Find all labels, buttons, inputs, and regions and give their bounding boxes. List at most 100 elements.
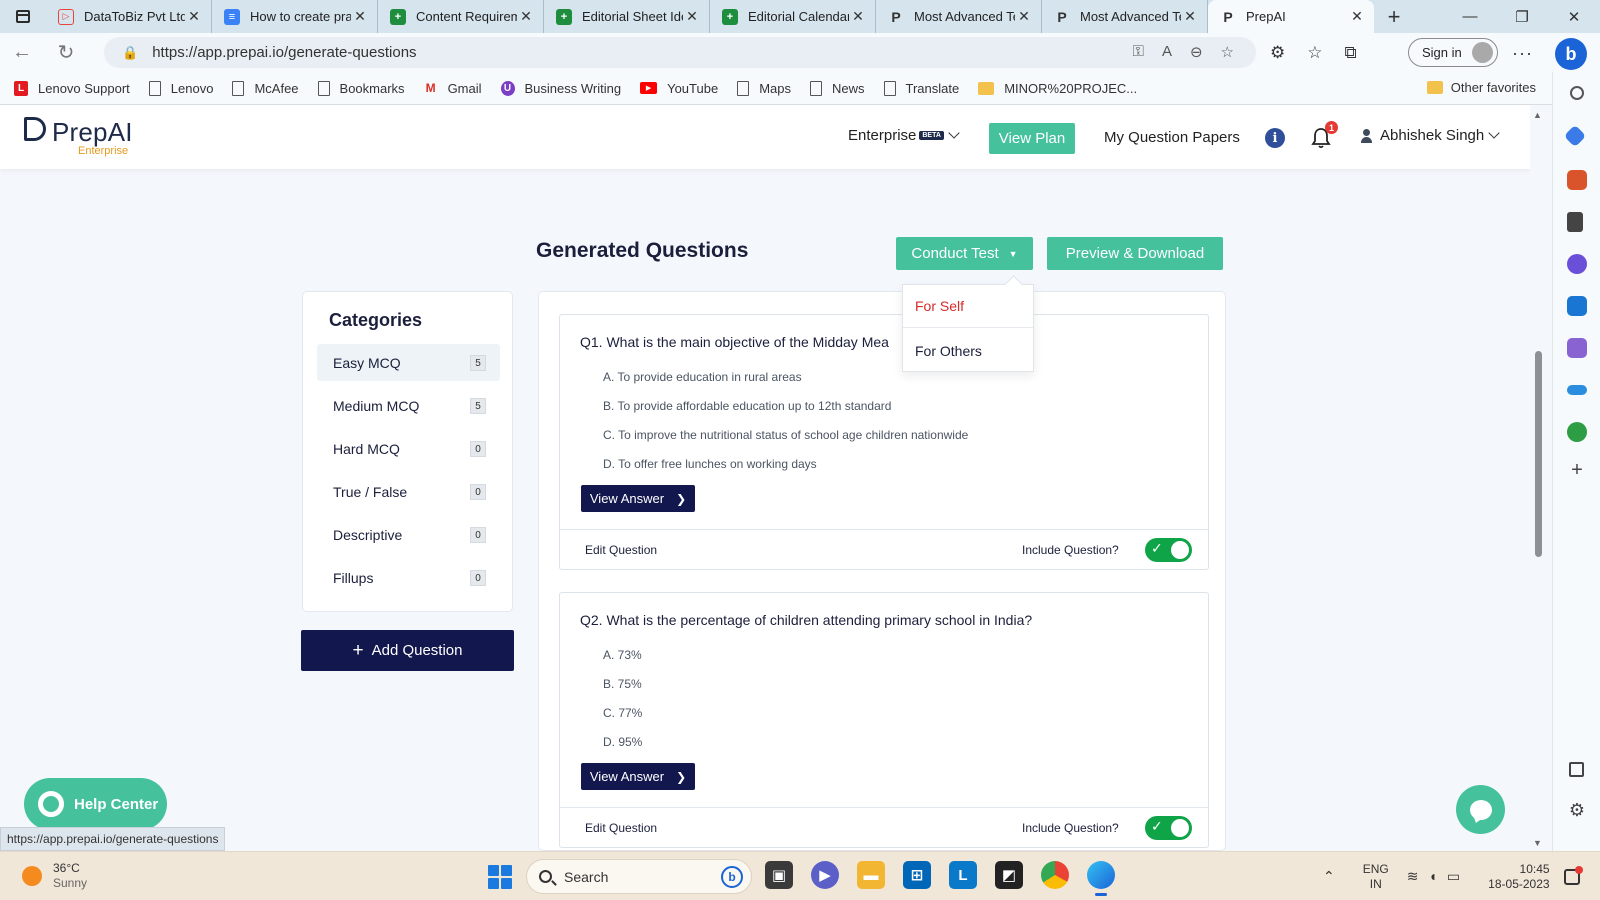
scroll-down-icon[interactable]: ▼ bbox=[1533, 838, 1542, 848]
edit-question-link[interactable]: Edit Question bbox=[585, 543, 657, 557]
category-item-descriptive[interactable]: Descriptive 0 bbox=[317, 516, 500, 553]
close-icon[interactable]: ✕ bbox=[351, 8, 369, 25]
chat-button[interactable] bbox=[1456, 785, 1505, 834]
include-question-toggle[interactable]: ✓ bbox=[1145, 816, 1192, 840]
chrome-icon[interactable] bbox=[1041, 861, 1069, 889]
key-icon[interactable]: ⚿ bbox=[1133, 43, 1144, 61]
close-icon[interactable]: ✕ bbox=[683, 8, 701, 25]
search-icon[interactable] bbox=[1570, 86, 1584, 100]
clock[interactable]: 10:45 18-05-2023 bbox=[1488, 862, 1549, 892]
category-item-easy-mcq[interactable]: Easy MCQ 5 bbox=[317, 344, 500, 381]
restore-icon[interactable]: ❐ bbox=[1496, 0, 1548, 33]
more-menu-icon[interactable]: ··· bbox=[1512, 43, 1533, 64]
wifi-volume-battery-icons[interactable]: ≋◖▭ bbox=[1407, 868, 1470, 885]
new-tab-button[interactable]: + bbox=[1374, 4, 1414, 30]
zoom-icon[interactable]: ⊖ bbox=[1190, 43, 1203, 61]
browser-tab[interactable]: P Most Advanced Te ✕ bbox=[1042, 0, 1208, 33]
add-favorite-icon[interactable]: ☆ bbox=[1221, 43, 1234, 61]
browser-tab[interactable]: P Most Advanced Te ✕ bbox=[876, 0, 1042, 33]
info-icon[interactable]: i bbox=[1265, 128, 1285, 148]
favorite-item[interactable]: U Business Writing bbox=[500, 80, 621, 96]
category-item-true-false[interactable]: True / False 0 bbox=[317, 473, 500, 510]
tree-icon[interactable] bbox=[1567, 422, 1587, 442]
read-aloud-icon[interactable]: A bbox=[1162, 43, 1172, 61]
sticky-notes-icon[interactable]: ◩ bbox=[995, 861, 1023, 889]
tools-icon[interactable] bbox=[1567, 170, 1587, 190]
other-favorites[interactable]: Other favorites bbox=[1426, 80, 1536, 95]
scrollbar-thumb[interactable] bbox=[1535, 351, 1542, 557]
browser-tab[interactable]: + Editorial Sheet Ide ✕ bbox=[544, 0, 710, 33]
dropdown-item-for-others[interactable]: For Others bbox=[903, 329, 1033, 372]
sidebar-toggle-icon[interactable] bbox=[1569, 762, 1584, 777]
back-button[interactable]: ← bbox=[0, 33, 44, 72]
close-window-icon[interactable]: ✕ bbox=[1548, 0, 1600, 33]
favorite-item[interactable]: Translate bbox=[883, 80, 959, 96]
close-icon[interactable]: ✕ bbox=[1348, 8, 1366, 25]
category-item-medium-mcq[interactable]: Medium MCQ 5 bbox=[317, 387, 500, 424]
collections-icon[interactable]: ⧉ bbox=[1345, 43, 1357, 63]
language-indicator[interactable]: ENG IN bbox=[1363, 862, 1389, 892]
taskbar-search[interactable]: Search b bbox=[526, 859, 752, 894]
add-question-button[interactable]: + Add Question bbox=[301, 630, 514, 671]
scroll-up-icon[interactable]: ▲ bbox=[1533, 110, 1542, 120]
weather-widget[interactable]: 36°C Sunny bbox=[22, 861, 87, 891]
task-view-icon[interactable]: ▣ bbox=[765, 861, 793, 889]
favorite-item[interactable]: News bbox=[809, 80, 865, 96]
close-icon[interactable]: ✕ bbox=[1181, 8, 1199, 25]
settings-gear-icon[interactable]: ⚙ bbox=[1567, 800, 1587, 820]
close-icon[interactable]: ✕ bbox=[185, 8, 203, 25]
favorite-item[interactable]: M Gmail bbox=[424, 81, 482, 96]
chevron-up-icon[interactable]: ⌃ bbox=[1323, 868, 1335, 885]
microsoft-store-icon[interactable]: ⊞ bbox=[903, 861, 931, 889]
prepai-logo[interactable]: PrepAI Enterprise bbox=[24, 117, 133, 157]
view-answer-button[interactable]: View Answer ❯ bbox=[581, 485, 695, 512]
microsoft-365-icon[interactable] bbox=[1567, 254, 1587, 274]
user-menu[interactable]: Abhishek Singh bbox=[1360, 127, 1500, 144]
designer-icon[interactable] bbox=[1567, 338, 1587, 358]
view-plan-button[interactable]: View Plan bbox=[989, 123, 1075, 154]
teams-chat-icon[interactable]: ▶ bbox=[811, 861, 839, 889]
notifications-icon[interactable] bbox=[1563, 865, 1583, 885]
url-input[interactable]: 🔒 https://app.prepai.io/generate-questio… bbox=[104, 37, 1256, 68]
favorite-item[interactable]: Lenovo bbox=[148, 80, 213, 96]
send-icon[interactable] bbox=[1567, 385, 1587, 395]
plan-dropdown[interactable]: Enterprise BETA bbox=[848, 127, 960, 144]
lenovo-vantage-icon[interactable]: L bbox=[949, 861, 977, 889]
minimize-icon[interactable]: — bbox=[1444, 0, 1496, 33]
my-question-papers-link[interactable]: My Question Papers bbox=[1104, 129, 1240, 146]
preview-download-button[interactable]: Preview & Download bbox=[1047, 237, 1223, 270]
shopping-icon[interactable] bbox=[1563, 124, 1587, 148]
conduct-test-button[interactable]: Conduct Test ▼ bbox=[896, 237, 1033, 270]
browser-tab[interactable]: + Content Requirem ✕ bbox=[378, 0, 544, 33]
tab-actions-button[interactable] bbox=[0, 0, 46, 33]
close-icon[interactable]: ✕ bbox=[1015, 8, 1033, 25]
favorite-item[interactable]: Maps bbox=[737, 80, 791, 96]
file-explorer-icon[interactable]: ▬ bbox=[857, 861, 885, 889]
favorite-item[interactable]: ▶ YouTube bbox=[640, 81, 718, 96]
games-icon[interactable] bbox=[1567, 212, 1583, 232]
browser-tab[interactable]: + Editorial Calendar ✕ bbox=[710, 0, 876, 33]
category-item-fillups[interactable]: Fillups 0 bbox=[317, 559, 500, 596]
windows-start-icon[interactable] bbox=[488, 865, 512, 889]
include-question-toggle[interactable]: ✓ bbox=[1145, 538, 1192, 562]
edge-icon[interactable] bbox=[1087, 861, 1115, 896]
favorite-item[interactable]: MINOR%20PROJEC... bbox=[978, 81, 1137, 96]
sign-in-button[interactable]: Sign in bbox=[1408, 38, 1498, 67]
help-center-button[interactable]: Help Center bbox=[24, 778, 167, 830]
browser-tab-active[interactable]: P PrepAI ✕ bbox=[1208, 0, 1374, 33]
page-scrollbar[interactable]: ▲ ▼ bbox=[1530, 105, 1552, 851]
category-item-hard-mcq[interactable]: Hard MCQ 0 bbox=[317, 430, 500, 467]
extensions-icon[interactable]: ⚙ bbox=[1270, 43, 1285, 63]
outlook-icon[interactable] bbox=[1567, 296, 1587, 316]
favorite-item[interactable]: Bookmarks bbox=[317, 80, 405, 96]
favorite-item[interactable]: McAfee bbox=[232, 80, 299, 96]
dropdown-item-for-self[interactable]: For Self bbox=[903, 285, 1033, 328]
edit-question-link[interactable]: Edit Question bbox=[585, 821, 657, 835]
view-answer-button[interactable]: View Answer ❯ bbox=[581, 763, 695, 790]
browser-tab[interactable]: ≡ How to create pra ✕ bbox=[212, 0, 378, 33]
close-icon[interactable]: ✕ bbox=[849, 8, 867, 25]
favorite-item[interactable]: L Lenovo Support bbox=[14, 80, 130, 96]
refresh-button[interactable]: ↻ bbox=[44, 33, 88, 72]
close-icon[interactable]: ✕ bbox=[517, 8, 535, 25]
add-icon[interactable]: + bbox=[1567, 460, 1587, 480]
